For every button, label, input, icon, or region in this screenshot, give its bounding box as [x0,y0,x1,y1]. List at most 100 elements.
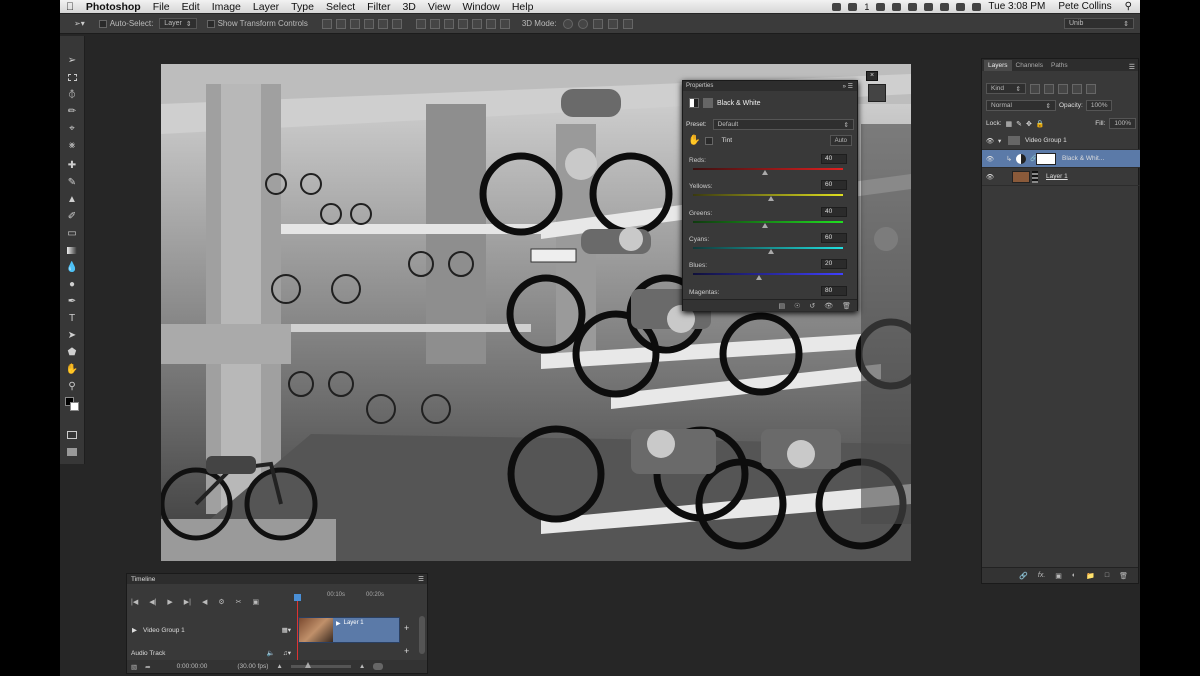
filter-shape-icon[interactable] [1072,83,1082,94]
visibility-eye-icon[interactable]: 👁 [982,155,998,163]
layer-mask-thumbnail[interactable] [1036,152,1056,165]
link-layers-icon[interactable]: 🔗 [1019,572,1028,580]
visibility-toggle-icon[interactable]: 👁 [824,302,833,310]
battery-icon[interactable] [956,2,966,11]
menu-filter[interactable]: Filter [361,1,396,13]
new-adjustment-icon[interactable]: ◐ [1072,572,1076,579]
distribute-bottom-icon[interactable] [443,18,454,29]
slider-thumb-yellows[interactable] [768,196,774,202]
slider-value-yellows[interactable]: 60 [821,180,847,191]
auto-select-dropdown[interactable]: Layer ⇕ [159,18,197,29]
color-swatches-icon[interactable] [65,397,79,411]
lock-all-icon[interactable]: 🔒 [1036,120,1045,128]
reset-icon[interactable]: ↺ [809,302,815,310]
slider-track-blues[interactable] [693,273,843,276]
layer-row-layer-1[interactable]: 👁 Layer 1 [982,168,1140,186]
clone-stamp-tool-icon[interactable]: ▲ [65,193,79,205]
gradient-tool-icon[interactable] [65,244,79,256]
align-left-icon[interactable] [363,18,374,29]
slider-thumb-blues[interactable] [756,275,762,281]
next-frame-icon[interactable]: ▶| [184,598,191,606]
lock-position-icon[interactable]: ✥ [1026,120,1032,128]
rotate-3d-icon[interactable] [562,18,573,29]
roll-3d-icon[interactable] [577,18,588,29]
auto-button[interactable]: Auto [829,135,852,146]
type-tool-icon[interactable]: T [65,312,79,324]
new-group-icon[interactable]: 📁 [1086,572,1095,580]
menu-help[interactable]: Help [506,1,540,13]
fill-field[interactable]: 100% [1109,118,1136,129]
settings-gear-icon[interactable]: ⚙ [218,598,224,606]
align-bottom-icon[interactable] [349,18,360,29]
lasso-tool-icon[interactable]: ⦽ [65,88,79,100]
slider-thumb-cyans[interactable] [768,248,774,254]
sync-icon[interactable] [876,2,886,11]
properties-menu-icon[interactable]: » ☰ [843,83,853,90]
properties-header[interactable]: Properties » ☰ [683,81,857,91]
history-brush-tool-icon[interactable]: ✐ [65,210,79,222]
view-previous-icon[interactable]: ☉ [794,302,800,310]
distribute-vcenter-icon[interactable] [429,18,440,29]
wifi-icon[interactable] [924,2,934,11]
add-audio-icon[interactable]: + [404,646,409,656]
layer-row-black-white[interactable]: 👁 ↳ 🔗 Black & Whit... [982,150,1140,168]
auto-align-icon[interactable] [499,18,510,29]
crop-tool-icon[interactable]: ⌖ [65,122,79,134]
slider-thumb-reds[interactable] [762,170,768,175]
menu-3d[interactable]: 3D [396,1,421,13]
filter-adjustment-icon[interactable] [1044,83,1054,94]
slider-value-greens[interactable]: 40 [821,206,847,217]
render-video-icon[interactable]: ▧ [131,663,137,671]
tab-layers[interactable]: Layers [984,60,1012,71]
menu-edit[interactable]: Edit [176,1,206,13]
workspace-dropdown[interactable]: Unib ⇕ [1064,18,1134,29]
scale-3d-icon[interactable] [622,18,633,29]
tab-paths[interactable]: Paths [1047,60,1072,71]
close-properties-icon[interactable]: × [866,71,878,81]
slider-thumb-greens[interactable] [762,222,768,228]
align-right-icon[interactable] [391,18,402,29]
expand-track-icon[interactable]: ▶ [132,626,137,634]
eraser-tool-icon[interactable]: ▭ [65,227,79,239]
distribute-left-icon[interactable] [457,18,468,29]
time-machine-icon[interactable] [892,2,902,11]
bluetooth-icon[interactable] [908,2,918,11]
distribute-top-icon[interactable] [415,18,426,29]
fit-timeline-icon[interactable] [373,663,384,670]
filter-pixel-icon[interactable] [1030,83,1040,94]
timeline-menu-icon[interactable]: ☰ [418,575,424,583]
zoom-out-icon[interactable]: ▲ [276,663,282,670]
vertical-scrollbar[interactable] [419,616,425,654]
quick-mask-icon[interactable] [65,429,79,441]
delete-layer-icon[interactable]: 🗑 [1119,572,1128,580]
pan-3d-icon[interactable] [592,18,603,29]
clip-to-layer-icon[interactable]: ▤ [778,302,785,310]
move-tool-icon[interactable]: ➢ [65,54,79,66]
audio-volume-icon[interactable]: 🔈 [267,649,275,657]
zoom-tool-icon[interactable]: ⚲ [65,380,79,392]
convert-frame-icon[interactable]: ➦ [145,663,150,671]
volume-icon[interactable] [940,2,950,11]
menu-window[interactable]: Window [456,1,505,13]
blur-tool-icon[interactable]: 💧 [65,261,79,273]
play-button[interactable]: ▶ [167,598,172,606]
align-hcenter-icon[interactable] [377,18,388,29]
show-transform-checkbox[interactable]: Show Transform Controls [206,19,308,28]
align-top-icon[interactable] [321,18,332,29]
delete-adjustment-icon[interactable]: 🗑 [842,302,851,310]
tint-checkbox[interactable] [705,136,714,145]
transition-icon[interactable]: ▣ [253,598,260,606]
menubar-clock[interactable]: Tue 3:08 PM [988,1,1045,12]
add-to-track-icon[interactable]: + [404,623,409,633]
slide-3d-icon[interactable] [607,18,618,29]
layer-row-video-group[interactable]: 👁 ▾ Video Group 1 [982,132,1140,150]
filter-smart-object-icon[interactable] [1086,83,1096,94]
user-name[interactable]: Pete Collins [1058,1,1111,12]
notification-badge[interactable]: 1 [864,2,869,12]
marquee-tool-icon[interactable] [65,71,79,83]
add-mask-icon[interactable]: ▣ [1055,572,1062,580]
auto-select-checkbox[interactable]: Auto-Select: [98,19,153,28]
expand-group-icon[interactable]: ▾ [998,137,1008,145]
add-media-icon[interactable]: ▦▾ [282,626,291,634]
slider-track-greens[interactable] [693,220,843,223]
